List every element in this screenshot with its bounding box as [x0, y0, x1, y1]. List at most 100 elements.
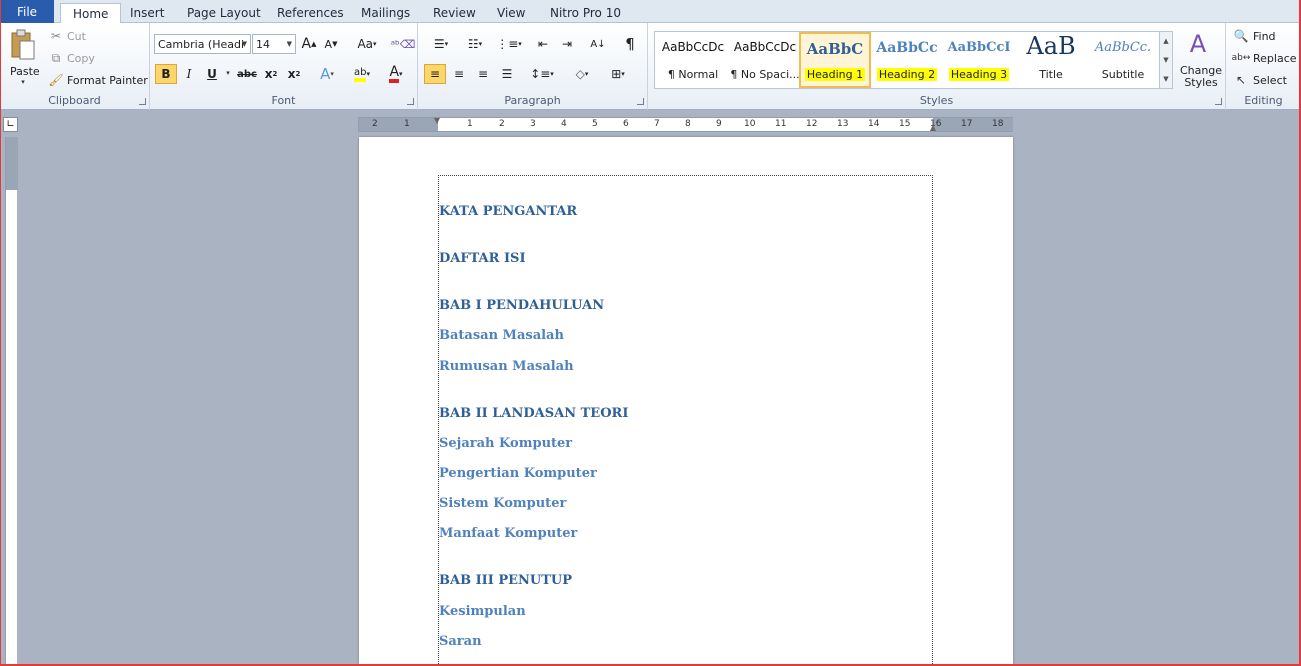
ruler-number: 17	[961, 119, 973, 129]
change-case-button[interactable]: Aa ▾	[352, 34, 382, 54]
font-launcher-icon[interactable]	[407, 98, 414, 105]
subscript-icon: x	[264, 67, 273, 81]
style-heading-3[interactable]: AaBbCcI Heading 3	[943, 32, 1015, 88]
grow-font-button[interactable]: A ▲	[298, 34, 320, 54]
subscript-button[interactable]: x2	[260, 64, 282, 84]
replace-icon[interactable]: ab↔	[1232, 51, 1251, 65]
increase-indent-button[interactable]: ⇥	[556, 34, 578, 54]
cut-button[interactable]: Cut	[67, 30, 86, 43]
superscript-button[interactable]: x2	[283, 64, 305, 84]
tab-file[interactable]: File	[0, 0, 54, 23]
strikethrough-button[interactable]: abc	[236, 64, 258, 84]
styles-launcher-icon[interactable]	[1215, 98, 1222, 105]
align-right-button[interactable]: ≡	[472, 64, 494, 84]
sort-button[interactable]: A↓	[587, 34, 609, 54]
style-subtitle[interactable]: AaBbCc. Subtitle	[1087, 32, 1159, 88]
clear-formatting-button[interactable]: ᵃᵇ⌫	[391, 34, 416, 54]
style-heading-1[interactable]: AaBbC Heading 1	[799, 32, 871, 88]
document-textbox[interactable]: KATA PENGANTAR DAFTAR ISI BAB I PENDAHUL…	[438, 175, 933, 666]
ruler-number: 13	[837, 119, 849, 129]
shrink-font-button[interactable]: A ▼	[320, 34, 342, 54]
format-painter-button[interactable]: Format Painter	[67, 74, 148, 87]
tab-mailings[interactable]: Mailings	[361, 3, 410, 23]
align-left-button[interactable]: ≡	[424, 64, 446, 84]
right-indent-marker[interactable]: ▲	[928, 123, 938, 132]
copy-button[interactable]: Copy	[67, 52, 95, 65]
italic-button[interactable]: I	[178, 64, 200, 84]
style-normal[interactable]: AaBbCcDc ¶ Normal	[657, 32, 729, 88]
tab-nitro-pro[interactable]: Nitro Pro 10	[550, 3, 621, 23]
style-heading-2[interactable]: AaBbCc Heading 2	[871, 32, 943, 88]
paragraph-launcher-icon[interactable]	[637, 98, 644, 105]
format-painter-icon[interactable]: 🖌	[48, 73, 63, 87]
first-line-indent-marker[interactable]: ▼	[432, 116, 442, 125]
font-color-button[interactable]: A ▾	[382, 64, 410, 84]
heading-2[interactable]: Kesimpulan	[439, 604, 526, 619]
heading-2[interactable]: Sejarah Komputer	[439, 436, 572, 451]
font-family-select[interactable]: Cambria (Headi ▼	[154, 34, 251, 54]
tab-insert[interactable]: Insert	[130, 3, 164, 23]
heading-1[interactable]: KATA PENGANTAR	[439, 204, 577, 219]
borders-button[interactable]: ⊞ ▾	[604, 64, 632, 84]
horizontal-ruler[interactable]: 2 1 1 2 3 4 5 6 7 8 9 10 11 12 13 14 15 …	[358, 116, 1013, 132]
change-styles-button[interactable]: Change Styles	[1179, 65, 1223, 89]
heading-1[interactable]: BAB III PENUTUP	[439, 573, 572, 588]
bullets-button[interactable]: ☰ ▾	[427, 34, 455, 54]
find-button[interactable]: Find	[1253, 30, 1276, 43]
change-case-icon: Aa	[357, 37, 374, 51]
paste-button[interactable]: Paste	[10, 65, 40, 78]
underline-dropdown-icon[interactable]: ▾	[224, 68, 232, 78]
styles-gallery: AaBbCcDc ¶ Normal AaBbCcDc ¶ No Spaci...…	[654, 31, 1160, 89]
change-styles-icon[interactable]: A	[1183, 29, 1213, 59]
paste-dropdown-icon[interactable]: ▾	[19, 78, 27, 86]
vertical-ruler[interactable]	[5, 137, 18, 666]
text-effects-button[interactable]: A ▾	[316, 64, 338, 84]
underline-button[interactable]: U	[201, 64, 223, 84]
increase-indent-icon: ⇥	[561, 37, 573, 51]
heading-2[interactable]: Batasan Masalah	[439, 328, 564, 343]
heading-2[interactable]: Pengertian Komputer	[439, 466, 597, 481]
heading-1[interactable]: BAB II LANDASAN TEORI	[439, 406, 628, 421]
cut-icon[interactable]: ✂	[49, 29, 63, 43]
document-page[interactable]: KATA PENGANTAR DAFTAR ISI BAB I PENDAHUL…	[359, 137, 1013, 666]
tab-selector-button[interactable]: ∟	[3, 117, 18, 132]
heading-1[interactable]: DAFTAR ISI	[439, 251, 526, 266]
multilevel-list-button[interactable]: ⋮≡ ▾	[495, 34, 523, 54]
heading-1[interactable]: BAB I PENDAHULUAN	[439, 298, 604, 313]
select-icon[interactable]: ↖	[1234, 73, 1248, 87]
decrease-indent-button[interactable]: ⇤	[532, 34, 554, 54]
select-button[interactable]: Select	[1253, 74, 1287, 87]
styles-gallery-scroll[interactable]: ▲ ▼ ▼	[1159, 31, 1173, 89]
paste-icon[interactable]	[9, 28, 37, 62]
font-size-select[interactable]: 14 ▼	[252, 34, 296, 54]
tab-home[interactable]: Home	[60, 3, 122, 24]
font-color-icon: A	[389, 65, 400, 83]
tab-view[interactable]: View	[497, 3, 525, 23]
more-styles-icon[interactable]: ▼	[1163, 75, 1168, 83]
shading-button[interactable]: ◇ ▾	[568, 64, 596, 84]
highlight-button[interactable]: ab ▾	[348, 64, 376, 84]
chevron-up-icon[interactable]: ▲	[1163, 37, 1168, 45]
copy-icon[interactable]: ⧉	[49, 51, 63, 65]
style-no-spacing[interactable]: AaBbCcDc ¶ No Spaci...	[729, 32, 801, 88]
chevron-down-icon[interactable]: ▼	[1163, 56, 1168, 64]
tab-page-layout[interactable]: Page Layout	[187, 3, 261, 23]
heading-2[interactable]: Rumusan Masalah	[439, 359, 574, 374]
align-center-button[interactable]: ≡	[448, 64, 470, 84]
line-spacing-button[interactable]: ↕≡ ▾	[528, 64, 556, 84]
clipboard-launcher-icon[interactable]	[139, 98, 146, 105]
style-title[interactable]: AaB Title	[1015, 32, 1087, 88]
numbering-button[interactable]: ☷ ▾	[461, 34, 489, 54]
heading-2[interactable]: Manfaat Komputer	[439, 526, 577, 541]
ruler-number: 10	[744, 119, 756, 129]
align-center-icon: ≡	[453, 67, 465, 81]
replace-button[interactable]: Replace	[1253, 52, 1297, 65]
find-icon[interactable]: 🔍	[1234, 29, 1249, 43]
bold-button[interactable]: B	[155, 64, 177, 84]
heading-2[interactable]: Sistem Komputer	[439, 496, 566, 511]
tab-references[interactable]: References	[277, 3, 344, 23]
show-hide-button[interactable]: ¶	[619, 34, 641, 54]
tab-review[interactable]: Review	[433, 3, 476, 23]
justify-button[interactable]: ☰	[496, 64, 518, 84]
heading-2[interactable]: Saran	[439, 634, 482, 649]
